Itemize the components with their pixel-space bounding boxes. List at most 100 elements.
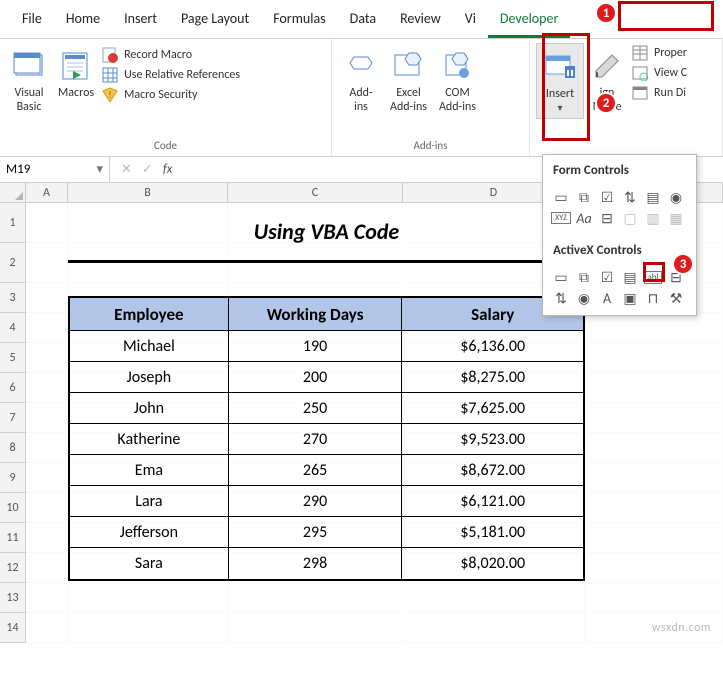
form-scroll-icon[interactable]: ⊟	[597, 209, 617, 227]
cell[interactable]	[585, 313, 723, 343]
tab-developer[interactable]: Developer	[488, 4, 570, 38]
table-cell[interactable]: 190	[229, 331, 403, 362]
form-button-icon[interactable]: ▭	[551, 188, 571, 206]
tab-review[interactable]: Review	[388, 4, 453, 38]
table-cell[interactable]: 270	[229, 424, 403, 455]
view-code-button[interactable]: View C	[632, 65, 687, 81]
row-header[interactable]: 9	[0, 463, 26, 493]
table-cell[interactable]: 290	[229, 486, 403, 517]
properties-button[interactable]: Proper	[632, 45, 687, 61]
cell[interactable]	[585, 403, 723, 433]
cell[interactable]	[26, 313, 68, 343]
row-header[interactable]: 11	[0, 523, 26, 553]
col-header-b[interactable]: B	[68, 183, 228, 202]
row-header[interactable]: 10	[0, 493, 26, 523]
table-cell[interactable]: John	[70, 393, 229, 424]
form-spin-icon[interactable]: ⇅	[620, 188, 640, 206]
run-dialog-button[interactable]: Run Di	[632, 85, 687, 101]
cell[interactable]	[68, 583, 228, 613]
cell[interactable]	[26, 283, 68, 313]
table-cell[interactable]: $5,181.00	[402, 517, 583, 548]
row-header[interactable]: 4	[0, 313, 26, 343]
row-header[interactable]: 2	[0, 243, 26, 283]
visual-basic-button[interactable]: Visual Basic	[6, 43, 52, 119]
cell[interactable]	[26, 403, 68, 433]
cell[interactable]	[585, 343, 723, 373]
cell[interactable]	[228, 613, 403, 643]
table-cell[interactable]: 250	[229, 393, 403, 424]
cell[interactable]	[585, 553, 723, 583]
table-cell[interactable]: Sara	[70, 548, 229, 579]
use-relative-references-button[interactable]: Use Relative References	[102, 67, 240, 83]
row-header[interactable]: 8	[0, 433, 26, 463]
table-cell[interactable]: 200	[229, 362, 403, 393]
row-header[interactable]: 14	[0, 613, 26, 643]
row-header[interactable]: 1	[0, 203, 26, 243]
macros-button[interactable]: Macros	[52, 43, 100, 119]
cell[interactable]	[585, 463, 723, 493]
table-cell[interactable]: Joseph	[70, 362, 229, 393]
cell[interactable]	[26, 243, 68, 283]
tab-file[interactable]: File	[10, 4, 54, 38]
th-employee[interactable]: Employee	[70, 298, 229, 331]
ax-spin-icon[interactable]: ⇅	[551, 289, 571, 307]
ax-image-icon[interactable]: ▣	[620, 289, 640, 307]
cell[interactable]	[26, 583, 68, 613]
row-header[interactable]: 12	[0, 553, 26, 583]
table-cell[interactable]: $6,136.00	[402, 331, 583, 362]
record-macro-button[interactable]: Record Macro	[102, 47, 240, 63]
fx-icon[interactable]: fx	[160, 162, 176, 177]
addins-button[interactable]: Add- ins	[338, 43, 384, 119]
table-cell[interactable]: $8,275.00	[402, 362, 583, 393]
table-cell[interactable]: Michael	[70, 331, 229, 362]
ax-command-button-icon[interactable]: ▭	[551, 268, 571, 286]
ax-toggle-icon[interactable]: ⊓	[643, 289, 663, 307]
tab-home[interactable]: Home	[54, 4, 112, 38]
tab-insert[interactable]: Insert	[112, 4, 169, 38]
title-cell[interactable]: Using VBA Code	[68, 203, 585, 263]
select-all-corner[interactable]	[0, 183, 26, 202]
table-cell[interactable]: Ema	[70, 455, 229, 486]
dropdown-icon[interactable]: ▾	[96, 162, 103, 177]
tab-view[interactable]: Vi	[453, 4, 488, 38]
table-cell[interactable]: $9,523.00	[402, 424, 583, 455]
cell[interactable]	[403, 613, 585, 643]
table-cell[interactable]: 265	[229, 455, 403, 486]
cell[interactable]	[26, 523, 68, 553]
cell[interactable]	[403, 583, 585, 613]
cell[interactable]	[26, 203, 68, 243]
cell[interactable]	[26, 433, 68, 463]
ax-label-icon[interactable]: A	[597, 289, 617, 307]
th-days[interactable]: Working Days	[229, 298, 403, 331]
cell[interactable]	[585, 583, 723, 613]
cell[interactable]	[26, 613, 68, 643]
table-cell[interactable]: $8,672.00	[402, 455, 583, 486]
cell[interactable]	[26, 463, 68, 493]
cell[interactable]	[585, 493, 723, 523]
cell[interactable]	[26, 373, 68, 403]
macro-security-button[interactable]: ! Macro Security	[102, 87, 240, 103]
cell[interactable]	[585, 433, 723, 463]
tab-formulas[interactable]: Formulas	[261, 4, 337, 38]
table-cell[interactable]: Jefferson	[70, 517, 229, 548]
cell[interactable]	[26, 553, 68, 583]
form-option-icon[interactable]: ◉	[666, 188, 686, 206]
table-cell[interactable]: Lara	[70, 486, 229, 517]
table-cell[interactable]: $6,121.00	[402, 486, 583, 517]
cell[interactable]	[585, 523, 723, 553]
cell[interactable]	[26, 493, 68, 523]
col-header-a[interactable]: A	[26, 183, 68, 202]
row-header[interactable]: 5	[0, 343, 26, 373]
form-label-icon[interactable]: Aa	[574, 209, 594, 227]
ax-option-icon[interactable]: ◉	[574, 289, 594, 307]
ax-list-icon[interactable]: ▤	[620, 268, 640, 286]
com-addins-button[interactable]: COM Add-ins	[433, 43, 482, 119]
tab-data[interactable]: Data	[338, 4, 388, 38]
ax-combo-icon[interactable]: ⧉	[574, 268, 594, 286]
tab-page-layout[interactable]: Page Layout	[169, 4, 261, 38]
cell[interactable]	[228, 583, 403, 613]
table-cell[interactable]: $8,020.00	[402, 548, 583, 579]
form-list-icon[interactable]: ▤	[643, 188, 663, 206]
insert-controls-button[interactable]: Insert ▾	[536, 43, 584, 119]
table-cell[interactable]: 295	[229, 517, 403, 548]
